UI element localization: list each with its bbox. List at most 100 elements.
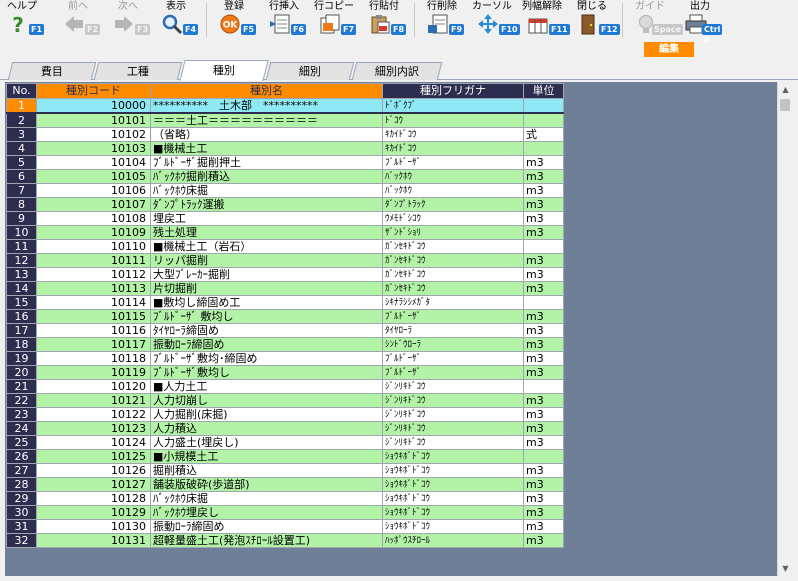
code-cell[interactable]: 10103 bbox=[36, 141, 151, 156]
edit-button[interactable]: 編集 bbox=[644, 42, 694, 57]
unit-cell[interactable]: m3 bbox=[523, 253, 564, 268]
name-cell[interactable]: ﾊﾞｯｸﾎｳ埋戻し bbox=[150, 505, 383, 520]
scroll-down-icon[interactable]: ▼ bbox=[778, 561, 793, 576]
code-cell[interactable]: 10105 bbox=[36, 169, 151, 184]
name-cell[interactable]: ■機械土工（岩石） bbox=[150, 239, 383, 254]
code-cell[interactable]: 10118 bbox=[36, 351, 151, 366]
row-number-cell[interactable]: 16 bbox=[6, 309, 37, 324]
furigana-cell[interactable]: ｶﾞﾝｾｷﾄﾞｺｳ bbox=[382, 239, 524, 254]
help-button[interactable]: ヘルプ ? F1 bbox=[2, 0, 45, 40]
name-cell[interactable]: 人力積込 bbox=[150, 421, 383, 436]
unit-cell[interactable]: m3 bbox=[523, 407, 564, 422]
row-number-cell[interactable]: 1 bbox=[6, 98, 37, 114]
name-cell[interactable]: ﾊﾞｯｸﾎｳ床掘 bbox=[150, 491, 383, 506]
name-cell[interactable]: 舗装版破砕(歩道部) bbox=[150, 477, 383, 492]
code-cell[interactable]: 10104 bbox=[36, 155, 151, 170]
table-row[interactable]: 24 10123 人力積込 ｼﾞﾝﾘｷﾄﾞｺｳ m3 bbox=[6, 421, 564, 436]
code-cell[interactable]: 10126 bbox=[36, 463, 151, 478]
furigana-cell[interactable]: ｼｷﾅﾗｼｼﾒｶﾞﾀ bbox=[382, 295, 524, 310]
name-cell[interactable]: ********** 土木部 ********** bbox=[150, 98, 383, 114]
column-width-reset-button[interactable]: 列幅解除 F11 bbox=[522, 0, 570, 40]
code-cell[interactable]: 10113 bbox=[36, 281, 151, 296]
row-number-cell[interactable]: 28 bbox=[6, 477, 37, 492]
name-cell[interactable]: 大型ﾌﾞﾚｰｶｰ掘削 bbox=[150, 267, 383, 282]
code-cell[interactable]: 10123 bbox=[36, 421, 151, 436]
tab-koushu[interactable]: 工種 bbox=[93, 62, 183, 80]
code-cell[interactable]: 10127 bbox=[36, 477, 151, 492]
row-number-cell[interactable]: 4 bbox=[6, 141, 37, 156]
row-number-cell[interactable]: 23 bbox=[6, 407, 37, 422]
unit-cell[interactable]: m3 bbox=[523, 463, 564, 478]
unit-cell[interactable]: 式 bbox=[523, 127, 564, 142]
prev-button[interactable]: 前へ F2 bbox=[58, 0, 101, 40]
row-number-cell[interactable]: 26 bbox=[6, 449, 37, 464]
row-number-cell[interactable]: 32 bbox=[6, 533, 37, 548]
row-number-cell[interactable]: 5 bbox=[6, 155, 37, 170]
row-number-cell[interactable]: 24 bbox=[6, 421, 37, 436]
table-row[interactable]: 19 10118 ﾌﾞﾙﾄﾞｰｻﾞ敷均･締固め ﾌﾞﾙﾄﾞｰｻﾞ m3 bbox=[6, 351, 564, 366]
furigana-cell[interactable]: ｼﾞﾝﾘｷﾄﾞｺｳ bbox=[382, 379, 524, 394]
furigana-cell[interactable]: ｼｮｳｷﾎﾞﾄﾞｺｳ bbox=[382, 519, 524, 534]
code-cell[interactable]: 10117 bbox=[36, 337, 151, 352]
unit-cell[interactable]: m3 bbox=[523, 211, 564, 226]
code-cell[interactable]: 10101 bbox=[36, 112, 151, 128]
row-copy-button[interactable]: 行コピー F7 bbox=[314, 0, 357, 40]
unit-cell[interactable]: m3 bbox=[523, 183, 564, 198]
table-row[interactable]: 1 10000 ********** 土木部 ********** ﾄﾞﾎﾞｸﾌﾞ bbox=[6, 98, 564, 114]
unit-cell[interactable] bbox=[523, 98, 564, 114]
unit-cell[interactable] bbox=[523, 239, 564, 254]
cursor-button[interactable]: カーソル F10 bbox=[472, 0, 520, 40]
name-cell[interactable]: ﾌﾞﾙﾄﾞｰｻﾞ 敷均し bbox=[150, 309, 383, 324]
table-row[interactable]: 11 10110 ■機械土工（岩石） ｶﾞﾝｾｷﾄﾞｺｳ bbox=[6, 239, 564, 254]
furigana-cell[interactable]: ｼｮｳｷﾎﾞﾄﾞｺｳ bbox=[382, 449, 524, 464]
tab-saibetsu-uchiwake[interactable]: 細別内訳 bbox=[351, 62, 443, 80]
row-number-cell[interactable]: 21 bbox=[6, 379, 37, 394]
furigana-cell[interactable]: ｳﾒﾓﾄﾞｼｺｳ bbox=[382, 211, 524, 226]
furigana-cell[interactable]: ｻﾞﾝﾄﾞｼｮﾘ bbox=[382, 225, 524, 240]
furigana-cell[interactable]: ｼﾞﾝﾘｷﾄﾞｺｳ bbox=[382, 435, 524, 450]
table-row[interactable]: 4 10103 ■機械土工 ｷｶｲﾄﾞｺｳ bbox=[6, 141, 564, 156]
name-cell[interactable]: 人力切崩し bbox=[150, 393, 383, 408]
furigana-cell[interactable]: ｷｶｲﾄﾞｺｳ bbox=[382, 127, 524, 142]
row-insert-button[interactable]: 行挿入 F6 bbox=[264, 0, 307, 40]
table-row[interactable]: 27 10126 掘削積込 ｼｮｳｷﾎﾞﾄﾞｺｳ m3 bbox=[6, 463, 564, 478]
name-cell[interactable]: ■小規模土工 bbox=[150, 449, 383, 464]
close-button[interactable]: 閉じる F12 bbox=[572, 0, 620, 40]
unit-cell[interactable]: m3 bbox=[523, 421, 564, 436]
row-number-cell[interactable]: 3 bbox=[6, 127, 37, 142]
name-cell[interactable]: ﾌﾞﾙﾄﾞｰｻﾞ敷均し bbox=[150, 365, 383, 380]
row-number-cell[interactable]: 19 bbox=[6, 351, 37, 366]
table-row[interactable]: 26 10125 ■小規模土工 ｼｮｳｷﾎﾞﾄﾞｺｳ bbox=[6, 449, 564, 464]
unit-cell[interactable]: m3 bbox=[523, 393, 564, 408]
unit-cell[interactable]: m3 bbox=[523, 477, 564, 492]
row-number-cell[interactable]: 14 bbox=[6, 281, 37, 296]
row-number-cell[interactable]: 10 bbox=[6, 225, 37, 240]
code-cell[interactable]: 10130 bbox=[36, 519, 151, 534]
table-row[interactable]: 31 10130 振動ﾛｰﾗ締固め ｼｮｳｷﾎﾞﾄﾞｺｳ m3 bbox=[6, 519, 564, 534]
unit-cell[interactable]: m3 bbox=[523, 519, 564, 534]
name-cell[interactable]: ﾀﾞﾝﾌﾟﾄﾗｯｸ運搬 bbox=[150, 197, 383, 212]
col-header-no[interactable]: No. bbox=[6, 83, 37, 99]
name-cell[interactable]: 振動ﾛｰﾗ締固め bbox=[150, 519, 383, 534]
code-cell[interactable]: 10129 bbox=[36, 505, 151, 520]
furigana-cell[interactable]: ｼﾝﾄﾞｳﾛｰﾗ bbox=[382, 337, 524, 352]
furigana-cell[interactable]: ﾄﾞｺｳ bbox=[382, 112, 524, 128]
row-paste-button[interactable]: 行貼付 F8 bbox=[364, 0, 407, 40]
code-cell[interactable]: 10112 bbox=[36, 267, 151, 282]
code-cell[interactable]: 10131 bbox=[36, 533, 151, 548]
code-cell[interactable]: 10116 bbox=[36, 323, 151, 338]
name-cell[interactable]: 残土処理 bbox=[150, 225, 383, 240]
code-cell[interactable]: 10109 bbox=[36, 225, 151, 240]
furigana-cell[interactable]: ﾌﾞﾙﾄﾞｰｻﾞ bbox=[382, 351, 524, 366]
table-row[interactable]: 9 10108 埋戻工 ｳﾒﾓﾄﾞｼｺｳ m3 bbox=[6, 211, 564, 226]
unit-cell[interactable] bbox=[523, 379, 564, 394]
name-cell[interactable]: 人力掘削(床掘) bbox=[150, 407, 383, 422]
output-button[interactable]: 出力 Ctrl P bbox=[680, 0, 723, 45]
furigana-cell[interactable]: ﾊﾞｯｸﾎｳ bbox=[382, 183, 524, 198]
unit-cell[interactable]: m3 bbox=[523, 491, 564, 506]
row-number-cell[interactable]: 2 bbox=[6, 112, 37, 128]
row-number-cell[interactable]: 15 bbox=[6, 295, 37, 310]
unit-cell[interactable]: m3 bbox=[523, 323, 564, 338]
unit-cell[interactable]: m3 bbox=[523, 155, 564, 170]
unit-cell[interactable]: m3 bbox=[523, 197, 564, 212]
